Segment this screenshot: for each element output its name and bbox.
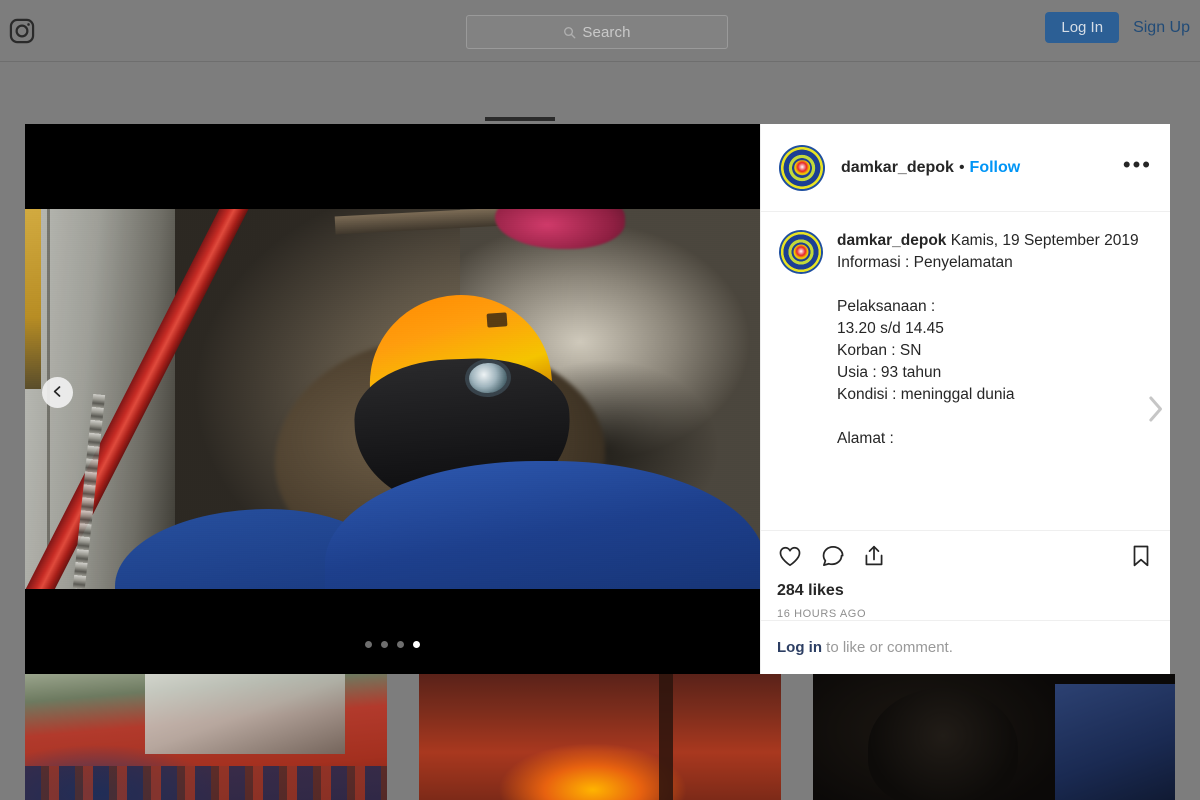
sign-up-button[interactable]: Sign Up — [1133, 19, 1190, 37]
search-placeholder-text: Search — [582, 23, 631, 41]
comment-bubble-icon[interactable] — [819, 543, 845, 574]
carousel-dots — [25, 641, 760, 648]
post-header: damkar_depok • Follow ••• — [761, 124, 1170, 212]
comment-login-prompt: Log in to like or comment. — [761, 620, 1170, 674]
caption-text-body: Kamis, 19 September 2019 Informasi : Pen… — [837, 232, 1139, 447]
chevron-left-icon — [51, 385, 64, 401]
carousel-next-button[interactable] — [1142, 388, 1168, 432]
bottom-thumbnail-strip — [25, 674, 1175, 800]
post-header-username[interactable]: damkar_depok — [841, 159, 954, 177]
post-header-username-row: damkar_depok • Follow — [841, 159, 1123, 177]
scene-grain-overlay — [25, 209, 760, 589]
caption-avatar[interactable] — [779, 230, 823, 274]
top-navigation-bar: Search Log In Sign Up — [0, 0, 1200, 62]
comment-prompt-rest: to like or comment. — [822, 639, 953, 656]
post-caption-area: damkar_depok Kamis, 19 September 2019 In… — [761, 212, 1170, 530]
post-caption-text: damkar_depok Kamis, 19 September 2019 In… — [837, 230, 1139, 520]
post-actions-bar — [761, 530, 1170, 580]
username-follow-separator: • — [958, 158, 965, 176]
chevron-right-icon — [1144, 392, 1166, 429]
search-input[interactable]: Search — [466, 15, 728, 49]
carousel-dot-4[interactable] — [413, 641, 420, 648]
thumbnail-building-fire[interactable] — [419, 674, 781, 800]
post-media-image — [25, 209, 760, 589]
thumbnail-fire-truck-crew[interactable] — [25, 674, 387, 800]
post-header-avatar[interactable] — [779, 144, 825, 191]
follow-button[interactable]: Follow — [970, 159, 1021, 177]
post-timestamp: 16 HOURS AGO — [777, 608, 867, 620]
search-icon — [563, 26, 576, 39]
carousel-prev-button[interactable] — [42, 377, 73, 408]
heart-icon[interactable] — [777, 543, 803, 574]
modal-top-notch — [485, 117, 555, 121]
instagram-camera-icon — [8, 17, 36, 45]
post-modal: damkar_depok • Follow ••• damkar_depok K… — [25, 124, 1170, 674]
thumbnail-rescue-people[interactable] — [813, 674, 1175, 800]
likes-count[interactable]: 284 likes — [761, 580, 1170, 600]
bookmark-icon[interactable] — [1128, 543, 1154, 574]
more-options-button[interactable]: ••• — [1123, 153, 1152, 177]
log-in-button[interactable]: Log In — [1045, 12, 1120, 43]
carousel-dot-1[interactable] — [365, 641, 372, 648]
log-in-link[interactable]: Log in — [777, 639, 822, 656]
carousel-dot-2[interactable] — [381, 641, 388, 648]
caption-username[interactable]: damkar_depok — [837, 232, 946, 249]
carousel-dot-3[interactable] — [397, 641, 404, 648]
share-arrow-icon[interactable] — [861, 543, 887, 574]
instagram-logo[interactable] — [8, 17, 36, 45]
post-media-pane[interactable] — [25, 124, 760, 674]
nav-auth-actions: Log In Sign Up — [1045, 12, 1190, 43]
post-info-pane: damkar_depok • Follow ••• damkar_depok K… — [760, 124, 1170, 674]
